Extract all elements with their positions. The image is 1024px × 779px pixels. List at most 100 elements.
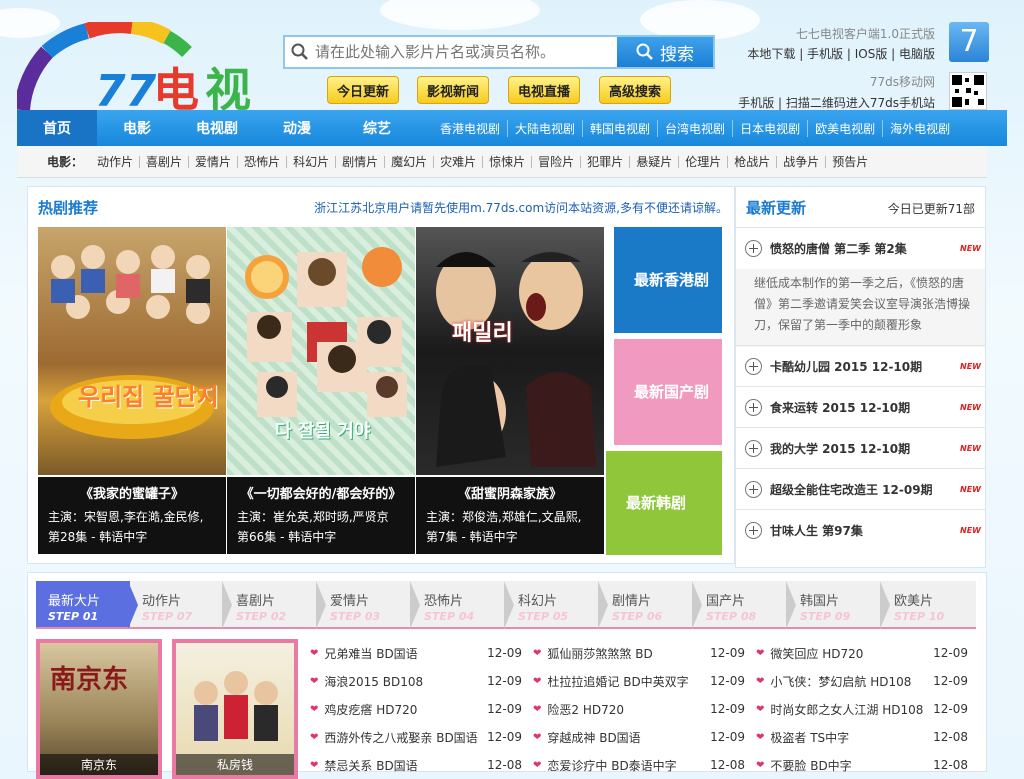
quick-link-news[interactable]: 影视新闻 [417,76,490,104]
new-badge: NEW [960,525,981,535]
category-item[interactable]: 悬疑片 [629,155,678,168]
latest-description: 继低成本制作的第一季之后，《愤怒的唐僧》第二季邀请爱笑会议室导演张浩博操刀，保留… [736,269,985,347]
movie-item[interactable]: ❤ 极盗者 TS中字 12-08 [756,723,968,751]
tab-step-number: STEP 03 [330,610,381,623]
category-item[interactable]: 爱情片 [188,155,237,168]
hot-card[interactable]: 우리집 꿀단지 《我家的蜜罐子》 主演：宋智恩,李在澔,金民修, 第28集 - … [38,227,226,554]
movie-date: 12-09 [933,702,968,716]
nav-sub-korea[interactable]: 韩国电视剧 [582,119,657,137]
tile-kr-label: 最新韩剧 [626,494,687,512]
latest-item[interactable]: 卡酷幼儿园 2015 12-10期 NEW [736,345,985,386]
nav-variety[interactable]: 综艺 [337,110,417,146]
client-links[interactable]: 本地下载 | 手机版 | IOS版 | 电脑版 [747,45,935,62]
latest-item[interactable]: 我的大学 2015 12-10期 NEW [736,427,985,468]
tab-step[interactable]: 爱情片 STEP 03 [318,581,420,629]
tab-step[interactable]: 喜剧片 STEP 02 [224,581,326,629]
poster-image[interactable]: 다 잘될 거야 [227,227,415,475]
category-item[interactable]: 伦理片 [678,155,727,168]
movie-poster[interactable]: 私房钱 [172,639,298,779]
poster-image[interactable]: 패밀리 [416,227,604,475]
latest-item[interactable]: 甘味人生 第97集 NEW [736,509,985,550]
site-logo[interactable]: 77 电 视 [14,17,267,117]
hot-card[interactable]: 다 잘될 거야 《一切都会好的/都会好的》 主演：崔允英,郑时旸,严贤京 第66… [227,227,415,554]
category-item[interactable]: 剧情片 [335,155,384,168]
quick-link-live[interactable]: 电视直播 [508,76,581,104]
tile-hk-series[interactable]: 最新香港剧 [614,227,722,333]
new-badge: NEW [960,484,981,494]
category-item[interactable]: 冒险片 [531,155,580,168]
tab-step[interactable]: 科幻片 STEP 05 [506,581,608,629]
movie-item[interactable]: ❤ 恋爱诊疗中 BD泰语中字 12-08 [533,751,745,779]
tab-step[interactable]: 最新大片 STEP 01 [36,581,138,629]
tab-label: 剧情片 [612,594,652,609]
category-item[interactable]: 战争片 [776,155,825,168]
tile-cn-series[interactable]: 最新国产剧 [614,339,722,445]
tab-step[interactable]: 恐怖片 STEP 04 [412,581,514,629]
quick-link-advanced[interactable]: 高级搜索 [599,76,672,104]
plus-icon [745,439,762,457]
category-item[interactable]: 魔幻片 [384,155,433,168]
nav-sub-japan[interactable]: 日本电视剧 [732,119,807,137]
tab-step[interactable]: 韩国片 STEP 09 [788,581,890,629]
latest-item-title: 食来运转 2015 12-10期 [770,400,911,415]
latest-item[interactable]: 食来运转 2015 12-10期 NEW [736,386,985,427]
category-item[interactable]: 科幻片 [286,155,335,168]
card-title[interactable]: 《甜蜜阴森家族》 [416,483,604,502]
movie-item[interactable]: ❤ 杜拉拉追婚记 BD中英双字 12-09 [533,667,745,695]
hot-card[interactable]: 패밀리 《甜蜜阴森家族》 主演：郑俊浩,郑雄仁,文晶熙, 第7集 - 韩语中字 [416,227,604,554]
movie-item[interactable]: ❤ 海浪2015 BD108 12-09 [310,667,522,695]
movie-item[interactable]: ❤ 禁忌关系 BD国语 12-08 [310,751,522,779]
access-notice[interactable]: 浙江江苏北京用户请暂先使用m.77ds.com访问本站资源,多有不便还请谅解。 [314,199,728,216]
movie-tabs: 最新大片 STEP 01 动作片 STEP 07 喜剧片 STEP 02 爱情片 STE… [36,581,978,629]
search-input[interactable] [315,43,617,61]
poster-title-art: 南京东 [50,665,129,695]
movie-poster[interactable]: 南京东 南京东 [36,639,162,779]
nav-sub-taiwan[interactable]: 台湾电视剧 [657,119,732,137]
poster-image[interactable]: 우리집 꿀단지 [38,227,226,475]
movie-title: 恋爱诊疗中 BD泰语中字 [547,758,677,773]
tab-step[interactable]: 剧情片 STEP 06 [600,581,702,629]
category-item[interactable]: 灾难片 [433,155,482,168]
movie-date: 12-08 [933,730,968,744]
category-item[interactable]: 动作片 [91,156,139,168]
movie-item[interactable]: ❤ 穿越成神 BD国语 12-09 [533,723,745,751]
tab-step[interactable]: 动作片 STEP 07 [130,581,232,629]
category-item[interactable]: 喜剧片 [139,155,188,168]
nav-sub-mainland[interactable]: 大陆电视剧 [507,119,582,137]
nav-sub-overseas[interactable]: 海外电视剧 [882,119,957,137]
movie-item[interactable]: ❤ 兄弟难当 BD国语 12-09 [310,639,522,667]
card-title[interactable]: 《一切都会好的/都会好的》 [227,483,415,502]
movie-item[interactable]: ❤ 微笑回应 HD720 12-09 [756,639,968,667]
movie-item[interactable]: ❤ 不要脸 BD中字 12-08 [756,751,968,779]
app-icon[interactable]: 7 [949,22,989,62]
latest-item[interactable]: 超级全能住宅改造王 12-09期 NEW [736,468,985,509]
card-title[interactable]: 《我家的蜜罐子》 [38,483,226,502]
mobile-text[interactable]: 手机版 | 扫描二维码进入77ds手机站 [738,94,935,111]
category-item[interactable]: 恐怖片 [237,155,286,168]
tab-step[interactable]: 国产片 STEP 08 [694,581,796,629]
mobile-title: 77ds移动网 [869,75,935,89]
movie-item[interactable]: ❤ 狐仙丽莎煞煞煞 BD 12-09 [533,639,745,667]
nav-sub-hk[interactable]: 香港电视剧 [433,120,507,137]
movie-item[interactable]: ❤ 时尚女郎之女人江湖 HD108 12-09 [756,695,968,723]
tab-step[interactable]: 欧美片 STEP 10 [882,581,976,629]
search-button[interactable]: 搜索 [617,37,713,67]
nav-tv[interactable]: 电视剧 [177,110,257,146]
nav-home[interactable]: 首页 [17,110,97,146]
tab-label: 最新大片 [48,594,101,609]
quick-link-today[interactable]: 今日更新 [327,76,400,104]
nav-movies[interactable]: 电影 [97,110,177,146]
tile-kr-series[interactable]: 最新韩剧 [606,451,722,555]
movie-item[interactable]: ❤ 小飞侠：梦幻启航 HD108 12-09 [756,667,968,695]
category-item[interactable]: 犯罪片 [580,155,629,168]
tab-step-number: STEP 10 [894,610,945,623]
movie-item[interactable]: ❤ 西游外传之八戒娶亲 BD国语 12-09 [310,723,522,751]
category-item[interactable]: 预告片 [825,155,874,168]
latest-item[interactable]: 愤怒的唐僧 第二季 第2集 NEW [736,227,985,268]
category-item[interactable]: 惊悚片 [482,155,531,168]
nav-anime[interactable]: 动漫 [257,110,337,146]
category-item[interactable]: 枪战片 [727,155,776,168]
movie-item[interactable]: ❤ 鸡皮疙瘩 HD720 12-09 [310,695,522,723]
movie-item[interactable]: ❤ 险恶2 HD720 12-09 [533,695,745,723]
nav-sub-west[interactable]: 欧美电视剧 [807,119,882,137]
